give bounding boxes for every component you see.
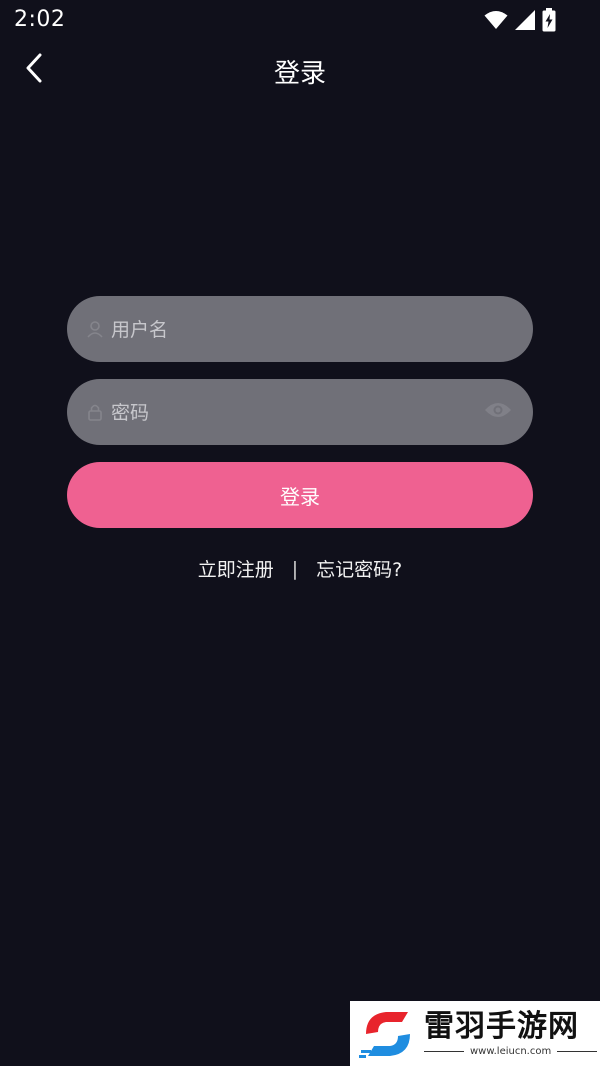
password-visibility-toggle[interactable]: [483, 398, 513, 426]
watermark-url-row: www.leiucn.com: [424, 1046, 598, 1057]
auth-links: 立即注册 | 忘记密码?: [0, 555, 600, 582]
watermark-text: 雷羽手游网 www.leiucn.com: [424, 1009, 598, 1057]
register-link[interactable]: 立即注册: [198, 555, 274, 582]
watermark-name: 雷羽手游网: [424, 1009, 579, 1044]
status-icons: [484, 8, 556, 32]
watermark-logo-icon: [358, 1006, 418, 1062]
watermark-rule: [557, 1051, 598, 1052]
battery-charging-icon: [542, 8, 556, 32]
username-input[interactable]: [109, 296, 493, 364]
password-input[interactable]: [109, 379, 493, 447]
watermark: 雷羽手游网 www.leiucn.com: [350, 1001, 600, 1066]
watermark-rule: [424, 1051, 464, 1052]
login-button[interactable]: 登录: [67, 462, 533, 528]
signal-icon: [514, 9, 536, 31]
page-title: 登录: [273, 59, 326, 89]
status-bar: 2:02: [0, 0, 600, 40]
user-icon: [83, 317, 107, 341]
eye-icon: [484, 401, 512, 423]
lock-icon: [83, 400, 107, 424]
status-time: 2:02: [14, 7, 66, 32]
forgot-password-link[interactable]: 忘记密码?: [316, 555, 402, 582]
app-bar: 登录: [0, 40, 600, 102]
link-separator: |: [291, 557, 299, 580]
wifi-icon: [484, 10, 508, 30]
password-field[interactable]: [67, 379, 533, 447]
username-field[interactable]: [67, 296, 533, 364]
watermark-url: www.leiucn.com: [470, 1046, 552, 1057]
